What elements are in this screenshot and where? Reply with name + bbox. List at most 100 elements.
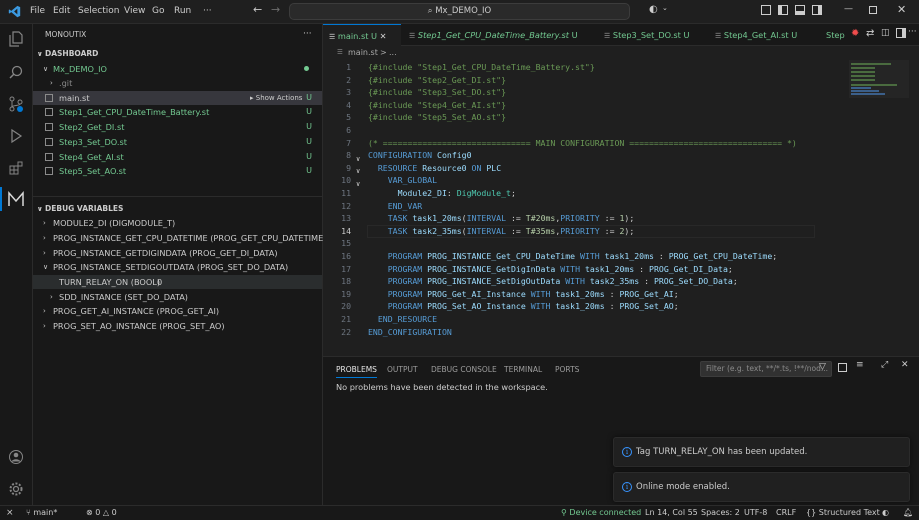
debug-var-item[interactable]: › SDD_INSTANCE (SET_DO_DATA) — [33, 290, 322, 304]
search-icon[interactable] — [8, 64, 24, 80]
debug-var-item[interactable]: › MODULE2_DI (DIGMODULE_T) — [33, 216, 322, 230]
cursor-position[interactable]: Ln 14, Col 55 — [645, 506, 698, 520]
language-mode[interactable]: {} Structured Text — [806, 506, 880, 520]
debug-var-item[interactable]: › PROG_INSTANCE_GET_CPU_DATETIME (PROG_G… — [33, 231, 326, 245]
tab-main[interactable]: ☰ main.st U ✕ — [323, 24, 401, 46]
copilot-status-icon[interactable]: ◐ — [882, 506, 889, 520]
filter-funnel-icon[interactable]: ▽ — [819, 362, 826, 372]
code-line: RESOURCE Resource0 ON PLC — [377, 162, 502, 173]
st-file-icon: ☰ — [329, 33, 336, 41]
debug-var-item-relay[interactable]: TURN_RELAY_ON (BOOL) 0 — [33, 275, 322, 289]
tab-step4[interactable]: ☰ Step4_Get_AI.st U — [709, 24, 819, 46]
breadcrumb-file[interactable]: main.st — [348, 48, 378, 57]
file-item[interactable]: Step5_Set_AO.st U — [33, 164, 322, 178]
monoutix-icon[interactable] — [7, 191, 25, 207]
collapse-all-icon[interactable] — [838, 363, 847, 372]
tab-terminal[interactable]: TERMINAL — [504, 365, 542, 374]
tab-step3[interactable]: ☰ Step3_Set_DO.st U — [598, 24, 708, 46]
project-folder[interactable]: ∨ Mx_DEMO_IO — [33, 62, 322, 76]
indentation[interactable]: Spaces: 2 — [701, 506, 740, 520]
code-line: PROGRAM PROG_INSTANCE_SetDigOutData WITH… — [387, 276, 738, 287]
chevron-down-icon[interactable]: ⌄ — [662, 4, 668, 12]
fold-chevron-icon[interactable]: ∨ — [356, 178, 360, 191]
account-icon[interactable] — [8, 449, 24, 465]
file-item[interactable]: Step2_Get_DI.st U — [33, 120, 322, 134]
file-icon — [45, 123, 53, 131]
debug-var-item[interactable]: ∨ PROG_INSTANCE_SETDIGOUTDATA (PROG_SET_… — [33, 260, 322, 274]
file-item[interactable]: Step3_Set_DO.st U — [33, 135, 322, 149]
explorer-icon[interactable] — [8, 31, 24, 47]
compare-changes-icon[interactable]: ⇄ — [866, 28, 874, 39]
device-status-label: Device connected — [569, 508, 642, 517]
forward-arrow-icon[interactable]: → — [271, 3, 280, 16]
problems-filter-input[interactable]: Filter (e.g. text, **/*.ts, !**/nod... — [700, 361, 832, 377]
file-item-main[interactable]: main.st ▸ Show Actions U — [33, 91, 322, 105]
debug-variables-header[interactable]: ∨ DEBUG VARIABLES — [33, 202, 322, 216]
debug-action-icon[interactable]: ✹ — [851, 28, 859, 39]
toggle-sidebar-icon[interactable] — [761, 5, 771, 15]
close-panel-icon[interactable]: ✕ — [901, 360, 909, 370]
end-of-line[interactable]: CRLF — [776, 506, 796, 520]
notification-toast[interactable]: i Tag TURN_RELAY_ON has been updated. — [613, 437, 910, 467]
remote-icon[interactable]: ⨯ — [6, 506, 14, 520]
menu-file[interactable]: File — [30, 6, 45, 16]
notifications-bell-icon[interactable]: 🔔︎ — [903, 506, 913, 520]
open-changes-icon[interactable]: ◫ — [881, 28, 890, 38]
settings-gear-icon[interactable] — [8, 481, 24, 497]
encoding[interactable]: UTF-8 — [744, 506, 767, 520]
breadcrumb-more[interactable]: ... — [389, 48, 397, 57]
problems-status[interactable]: ⊗ 0 △ 0 — [86, 506, 117, 520]
maximize-panel-icon[interactable]: ⤢ — [881, 360, 888, 370]
minimap-line — [851, 87, 871, 89]
tab-step1[interactable]: ☰ Step1_Get_CPU_DateTime_Battery.st U — [403, 24, 599, 46]
file-item[interactable]: › .git — [33, 76, 322, 90]
source-control-icon[interactable] — [8, 96, 24, 112]
menu-selection[interactable]: Selection — [78, 6, 119, 16]
file-item[interactable]: Step1_Get_CPU_DateTime_Battery.st U — [33, 105, 322, 119]
minimap-line — [851, 63, 891, 65]
branch-item[interactable]: ⑂ main* — [26, 506, 57, 520]
close-tab-icon[interactable]: ✕ — [380, 31, 387, 41]
debug-var-item[interactable]: › PROG_INSTANCE_GETDIGINDATA (PROG_GET_D… — [33, 246, 322, 260]
tab-output[interactable]: OUTPUT — [387, 365, 418, 374]
debug-var-item[interactable]: › PROG_SET_AO_INSTANCE (PROG_SET_AO) — [33, 319, 322, 333]
close-window-icon[interactable]: ✕ — [897, 3, 906, 16]
tab-debug-console[interactable]: DEBUG CONSOLE — [431, 365, 497, 374]
debug-var-label: MODULE2_DI (DIGMODULE_T) — [53, 218, 176, 228]
activity-bar — [0, 24, 33, 505]
menu-view[interactable]: View — [124, 6, 145, 16]
dashboard-section-header[interactable]: ∨ DASHBOARD — [33, 47, 322, 61]
tab-ports[interactable]: PORTS — [555, 365, 579, 374]
toggle-panel-icon[interactable] — [795, 5, 805, 15]
menu-edit[interactable]: Edit — [53, 6, 70, 16]
menu-more[interactable]: ··· — [203, 6, 212, 16]
language-label: Structured Text — [818, 508, 880, 517]
toggle-secondary-sidebar-icon[interactable] — [812, 5, 822, 15]
minimize-icon[interactable]: — — [844, 4, 853, 14]
command-center-search[interactable]: ⌕ Mx_DEMO_IO — [289, 3, 630, 20]
maximize-icon[interactable] — [869, 6, 877, 14]
split-editor-icon[interactable] — [896, 28, 906, 38]
file-name: Step5_Set_AO.st — [59, 166, 127, 176]
show-actions-button[interactable]: ▸ Show Actions — [250, 91, 302, 105]
file-item[interactable]: Step4_Get_AI.st U — [33, 150, 322, 164]
device-status[interactable]: ⚲ Device connected — [561, 506, 641, 520]
menu-go[interactable]: Go — [152, 6, 164, 16]
more-actions-icon[interactable]: ··· — [303, 27, 312, 41]
tab-problems[interactable]: PROBLEMS — [336, 365, 377, 378]
code-editor[interactable]: 1 {#include "Step1_Get_CPU_DateTime_Batte… — [323, 60, 919, 352]
view-as-tree-icon[interactable]: ≡ — [856, 360, 864, 370]
line-number: 21 — [341, 314, 351, 324]
fold-chevron-icon[interactable]: ∨ — [356, 165, 360, 178]
extensions-icon[interactable] — [8, 160, 24, 176]
notification-toast[interactable]: i Online mode enabled. — [613, 472, 910, 502]
fold-chevron-icon[interactable]: ∨ — [356, 153, 360, 166]
menu-run[interactable]: Run — [174, 6, 191, 16]
run-debug-icon[interactable] — [8, 128, 24, 144]
tab-step5-partial[interactable]: Step — [820, 24, 848, 46]
more-actions-icon[interactable]: ··· — [908, 27, 917, 37]
debug-var-item[interactable]: › PROG_GET_AI_INSTANCE (PROG_GET_AI) — [33, 304, 322, 318]
copilot-icon[interactable]: ◐ — [649, 4, 658, 15]
toggle-primary-sidebar-icon[interactable] — [778, 5, 788, 15]
back-arrow-icon[interactable]: ← — [253, 3, 262, 16]
